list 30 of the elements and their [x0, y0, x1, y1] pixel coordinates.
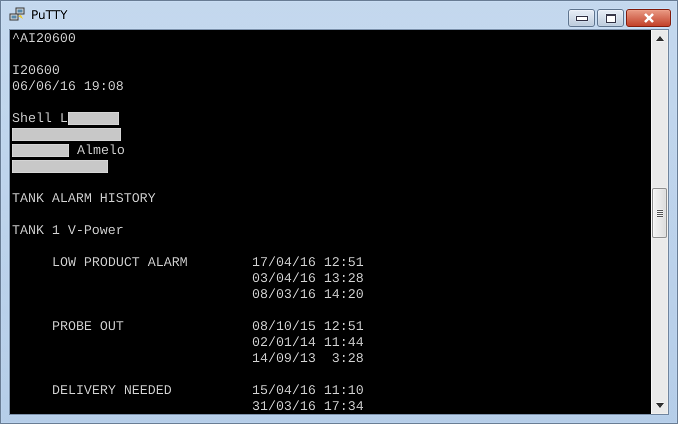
- terminal-text: 06/06/16 19:08: [12, 78, 124, 94]
- terminal-text: Shell L: [12, 110, 68, 126]
- terminal-text: TANK 1 V-Power: [12, 222, 124, 238]
- scrollbar-thumb[interactable]: [652, 188, 667, 238]
- scrollbar[interactable]: [651, 30, 668, 414]
- redaction-bar: [12, 144, 69, 156]
- terminal-text: I20600: [12, 62, 60, 78]
- alarm-timestamp: 17/04/16 12:51: [252, 254, 364, 270]
- scroll-down-arrow-icon[interactable]: [656, 403, 664, 408]
- alarm-timestamp: 02/01/14 11:44: [252, 334, 364, 350]
- alarm-name: LOW PRODUCT ALARM: [52, 254, 188, 270]
- close-button[interactable]: [626, 9, 671, 27]
- maximize-button[interactable]: [597, 9, 624, 27]
- scroll-up-arrow-icon[interactable]: [656, 36, 664, 41]
- alarm-timestamp: 15/04/16 11:10: [252, 382, 364, 398]
- alarm-name: PROBE OUT: [52, 318, 124, 334]
- alarm-timestamp: 31/03/16 17:34: [252, 398, 364, 414]
- window-title: PuTTY: [31, 8, 68, 22]
- terminal-text: ^AI20600: [12, 30, 76, 46]
- terminal-text: Almelo: [77, 142, 125, 158]
- alarm-timestamp: 03/04/16 13:28: [252, 270, 364, 286]
- minimize-button[interactable]: [568, 9, 595, 27]
- terminal-text: TANK ALARM HISTORY: [12, 190, 156, 206]
- close-icon: [642, 13, 654, 23]
- computer-icon: [9, 7, 27, 23]
- alarm-timestamp: 08/10/15 12:51: [252, 318, 364, 334]
- redaction-bar: [68, 112, 119, 124]
- alarm-timestamp: 08/03/16 14:20: [252, 286, 364, 302]
- alarm-name: DELIVERY NEEDED: [52, 382, 172, 398]
- alarm-timestamp: 14/09/13 3:28: [252, 350, 364, 366]
